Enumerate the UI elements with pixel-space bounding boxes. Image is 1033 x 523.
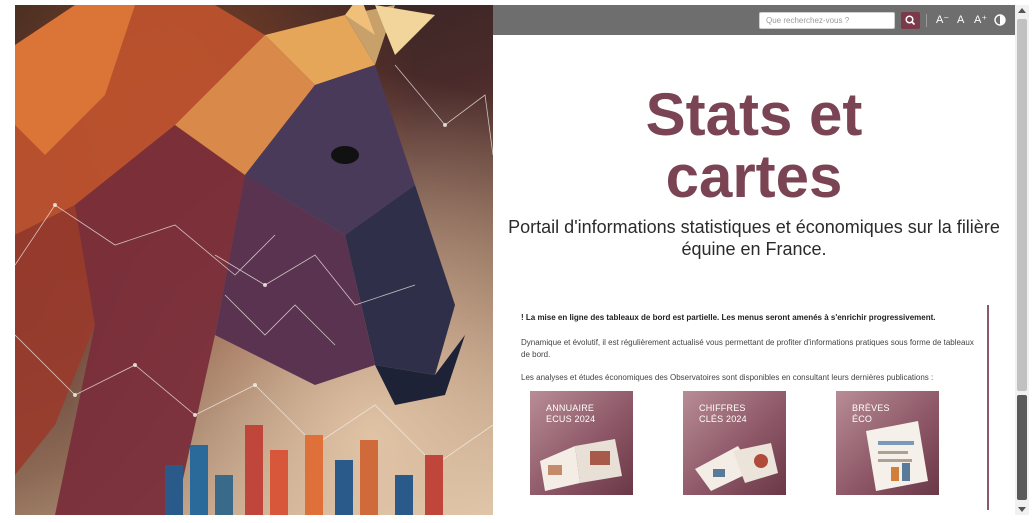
publication-cards: Annuaire ECUS 2024 Chiffres clés 2024: [530, 391, 950, 495]
brochure-illustration: [695, 443, 778, 491]
toolbar-divider: [926, 14, 927, 27]
page-scrollbar[interactable]: [1015, 5, 1029, 515]
increase-font-button[interactable]: A⁺: [974, 13, 987, 27]
top-bar: A⁻ A A⁺: [493, 5, 1015, 35]
main-panel: Stats et cartes Portail d'informations s…: [493, 35, 1015, 515]
horse-illustration: [15, 5, 493, 515]
card-annuaire[interactable]: Annuaire ECUS 2024: [530, 391, 633, 495]
scroll-down-arrow-icon[interactable]: [1018, 507, 1026, 512]
search-icon: [905, 15, 916, 26]
card-breves-eco[interactable]: Brèves éco: [836, 391, 939, 495]
book-illustration: [540, 439, 622, 491]
scrollbar-track-upper[interactable]: [1017, 19, 1027, 391]
intro-section: ! La mise en ligne des tableaux de bord …: [513, 305, 989, 510]
card-chiffres-cles[interactable]: Chiffres clés 2024: [683, 391, 786, 495]
page-subtitle: Portail d'informations statistiques et é…: [508, 217, 1000, 259]
scroll-up-arrow-icon[interactable]: [1018, 8, 1026, 13]
newsletter-illustration: [866, 421, 928, 491]
decrease-font-button[interactable]: A⁻: [936, 13, 949, 27]
description-paragraph: Dynamique et évolutif, il est régulièrem…: [521, 338, 974, 359]
notice-text: ! La mise en ligne des tableaux de bord …: [521, 313, 936, 322]
title-line-2: cartes: [665, 143, 843, 210]
search-button[interactable]: [901, 12, 920, 29]
reset-font-button[interactable]: A: [957, 13, 964, 27]
scrollbar-thumb[interactable]: [1017, 395, 1027, 500]
title-line-1: Stats et: [645, 81, 863, 148]
hero-image: [15, 5, 493, 515]
publications-paragraph: Les analyses et études économiques des O…: [521, 373, 934, 382]
contrast-icon[interactable]: [994, 14, 1006, 26]
search-input[interactable]: [759, 12, 895, 29]
page-title: Stats et cartes: [493, 84, 1015, 208]
